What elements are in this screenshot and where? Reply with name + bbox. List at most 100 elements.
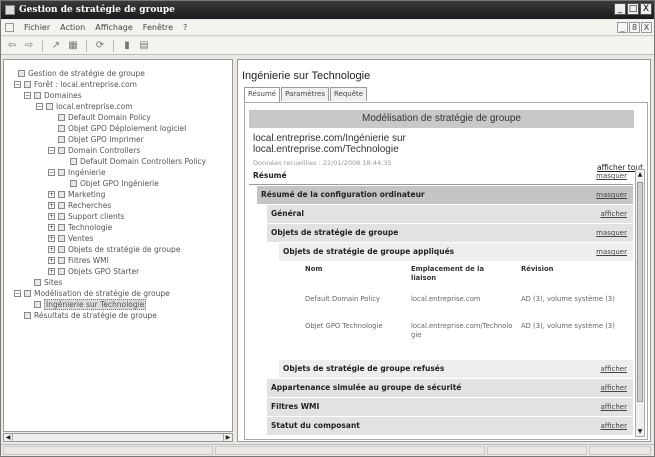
expand-icon[interactable]: + (48, 202, 55, 209)
mdi-restore-button[interactable]: 8 (629, 22, 640, 33)
tree-node[interactable]: − Modélisation de stratégie de groupe (4, 288, 232, 299)
tree-node[interactable]: − Ingénierie (4, 167, 232, 178)
menu-affichage[interactable]: Affichage (95, 23, 133, 32)
tree-node[interactable]: Objet GPO Déploiement logiciel (4, 123, 232, 134)
expand-icon[interactable]: + (48, 268, 55, 275)
tab-resume[interactable]: Résumé (244, 87, 281, 102)
collapse-icon[interactable]: − (48, 147, 55, 154)
up-icon[interactable]: ↗ (49, 40, 63, 52)
tree-node-label: Domaines (44, 91, 82, 100)
domains-icon (34, 92, 41, 99)
tree-horizontal-scrollbar[interactable]: ◀ ▶ (3, 433, 233, 442)
tree-node[interactable]: Objet GPO Imprimer (4, 134, 232, 145)
menu-fenetre[interactable]: Fenêtre (143, 23, 173, 32)
tree-node[interactable]: + Technologie (4, 222, 232, 233)
tree-node[interactable]: − local.entreprise.com (4, 101, 232, 112)
tree-node-label: Objets GPO Starter (68, 267, 140, 276)
expand-icon[interactable]: + (48, 191, 55, 198)
tree-node[interactable]: + Support clients (4, 211, 232, 222)
collapse-icon[interactable]: − (48, 169, 55, 176)
window-title: Gestion de stratégie de groupe (19, 5, 175, 15)
show-tree-icon[interactable]: ▦ (66, 40, 80, 52)
mdi-close-button[interactable]: X (641, 22, 652, 33)
collapse-icon[interactable]: − (24, 92, 31, 99)
scroll-left-icon[interactable]: ◀ (4, 434, 13, 441)
tree-node[interactable]: + Recherches (4, 200, 232, 211)
tree-node-label: Objets de stratégie de groupe (68, 245, 181, 254)
tree-node[interactable]: − Forêt : local.entreprise.com (4, 79, 232, 90)
collapse-icon[interactable]: − (14, 81, 21, 88)
scroll-up-icon[interactable]: ▲ (636, 170, 644, 179)
table-header-revision: Révision (521, 265, 554, 273)
section-refused-toggle[interactable]: afficher (600, 360, 627, 378)
tree-node[interactable]: + Ventes (4, 233, 232, 244)
title-bar[interactable]: Gestion de stratégie de groupe _ □ X (1, 1, 654, 19)
forward-icon[interactable]: ⇨ (22, 40, 36, 52)
expand-icon[interactable]: + (48, 235, 55, 242)
expand-icon[interactable]: + (48, 213, 55, 220)
section-refused-label: Objets de stratégie de groupe refusés (283, 364, 445, 373)
console-icon[interactable]: ▤ (137, 40, 151, 52)
report-vertical-scrollbar[interactable]: ▲ ▼ (635, 169, 645, 437)
tree-node[interactable]: Default Domain Policy (4, 112, 232, 123)
menu-action[interactable]: Action (60, 23, 85, 32)
mdi-minimize-button[interactable]: _ (617, 22, 628, 33)
section-security-toggle[interactable]: afficher (600, 379, 627, 397)
maximize-button[interactable]: □ (627, 3, 639, 15)
scroll-thumb[interactable] (637, 182, 643, 402)
tree-node[interactable]: − Domain Controllers (4, 145, 232, 156)
section-security-label: Appartenance simulée au groupe de sécuri… (271, 383, 462, 392)
report-heading-line1: local.entreprise.com/Ingénierie sur (253, 133, 406, 144)
tree-node[interactable]: Objet GPO Ingénierie (4, 178, 232, 189)
starter-gpo-icon (58, 268, 65, 275)
console-tree: Gestion de stratégie de groupe − Forêt : l… (4, 68, 232, 321)
tree-node[interactable]: Default Domain Controllers Policy (4, 156, 232, 167)
tree-node-label: Ingénierie sur Technologie (44, 299, 147, 310)
tree-node-label: Gestion de stratégie de groupe (28, 69, 145, 78)
expand-icon[interactable]: + (48, 224, 55, 231)
gpo-link-icon (58, 136, 65, 143)
tree-node-label: Filtres WMI (68, 256, 109, 265)
modeling-result-icon (34, 301, 41, 308)
forest-icon (24, 81, 31, 88)
scroll-right-icon[interactable]: ▶ (223, 434, 232, 441)
tree-node[interactable]: Sites (4, 277, 232, 288)
section-resume-toggle[interactable]: masquer (596, 167, 627, 185)
tree-node[interactable]: + Filtres WMI (4, 255, 232, 266)
expand-icon[interactable]: + (48, 257, 55, 264)
menu-fichier[interactable]: Fichier (24, 23, 50, 32)
section-status-toggle[interactable]: afficher (600, 417, 627, 435)
tree-node[interactable]: + Marketing (4, 189, 232, 200)
tree-node[interactable]: + Objets de stratégie de groupe (4, 244, 232, 255)
section-wmi-toggle[interactable]: afficher (600, 398, 627, 416)
section-gpo-toggle[interactable]: masquer (596, 224, 627, 242)
tree-node[interactable]: − Domaines (4, 90, 232, 101)
section-refused: Objets de stratégie de groupe refusés af… (279, 360, 633, 378)
minimize-button[interactable]: _ (614, 3, 626, 15)
collapse-icon[interactable]: − (14, 290, 21, 297)
section-config-toggle[interactable]: masquer (596, 186, 627, 204)
gpo-link-icon (70, 158, 77, 165)
close-button[interactable]: X (640, 3, 652, 15)
expand-icon[interactable]: + (48, 246, 55, 253)
ou-icon (58, 235, 65, 242)
toolbar-separator (42, 39, 43, 52)
section-applied-toggle[interactable]: masquer (596, 243, 627, 261)
console-tree-pane[interactable]: Gestion de stratégie de groupe − Forêt : l… (3, 59, 233, 432)
tree-node[interactable]: + Objets GPO Starter (4, 266, 232, 277)
tree-node[interactable]: Résultats de stratégie de groupe (4, 310, 232, 321)
help-icon[interactable]: ▮ (120, 40, 134, 52)
collapse-icon[interactable]: − (36, 103, 43, 110)
refresh-icon[interactable]: ⟳ (93, 40, 107, 52)
tree-node[interactable]: Ingénierie sur Technologie (4, 299, 232, 310)
section-general-toggle[interactable]: afficher (600, 205, 627, 223)
table-row1-name: Default Domain Policy (305, 295, 381, 303)
tab-parametres[interactable]: Paramètres (281, 87, 329, 101)
tree-node[interactable]: Gestion de stratégie de groupe (4, 68, 232, 79)
scroll-down-icon[interactable]: ▼ (636, 427, 644, 436)
wmi-folder-icon (58, 257, 65, 264)
tree-node-label: Objet GPO Déploiement logiciel (68, 124, 187, 133)
menu-help[interactable]: ? (183, 23, 187, 32)
tab-requete[interactable]: Requête (330, 87, 368, 101)
back-icon[interactable]: ⇦ (5, 40, 19, 52)
